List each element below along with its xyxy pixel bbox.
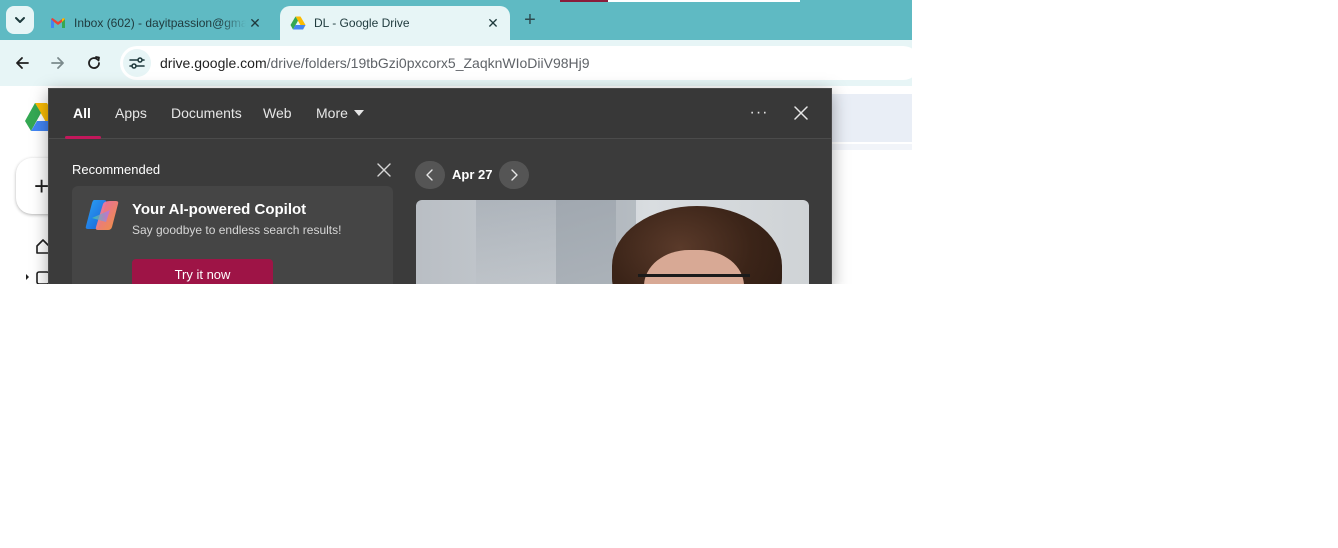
try-it-now-button[interactable]: Try it now bbox=[132, 259, 273, 284]
windows-search-panel: All Apps Documents Web More ··· Recommen… bbox=[48, 88, 832, 284]
tab-more-label: More bbox=[316, 105, 348, 121]
copilot-icon bbox=[85, 200, 119, 230]
previous-date-button[interactable] bbox=[415, 161, 445, 189]
close-icon bbox=[794, 106, 808, 120]
dismiss-recommended-button[interactable] bbox=[375, 161, 393, 179]
tab-web[interactable]: Web bbox=[263, 105, 292, 121]
close-button[interactable] bbox=[789, 101, 813, 125]
my-drive-icon[interactable] bbox=[24, 268, 50, 284]
address-bar[interactable]: drive.google.com/drive/folders/19tbGzi0p… bbox=[120, 46, 912, 80]
promo-title: Your AI-powered Copilot bbox=[132, 201, 307, 218]
drive-search-shadow bbox=[832, 144, 912, 150]
reload-button[interactable] bbox=[80, 49, 108, 77]
arrow-right-icon bbox=[51, 57, 64, 69]
search-highlight-image[interactable] bbox=[416, 200, 809, 284]
gmail-icon bbox=[50, 15, 66, 31]
chevron-right-icon bbox=[511, 169, 518, 181]
tab-more[interactable]: More bbox=[316, 105, 364, 121]
tab-gmail[interactable]: Inbox (602) - dayitpassion@gmail.com ✕ bbox=[40, 6, 272, 40]
caret-down-icon bbox=[353, 110, 364, 116]
image-person-glasses bbox=[638, 274, 750, 284]
close-icon[interactable]: ✕ bbox=[484, 14, 502, 32]
search-filter-tabs: All Apps Documents Web More ··· bbox=[49, 89, 831, 139]
tab-search-button[interactable] bbox=[6, 6, 34, 34]
tab-google-drive[interactable]: DL - Google Drive ✕ bbox=[280, 6, 510, 40]
reload-icon bbox=[88, 56, 100, 69]
drive-search-bar[interactable] bbox=[832, 94, 912, 142]
tune-icon bbox=[129, 57, 145, 69]
date-label: Apr 27 bbox=[452, 167, 493, 182]
tab-strip: Inbox (602) - dayitpassion@gmail.com ✕ D… bbox=[0, 0, 912, 40]
url-host: drive.google.com bbox=[160, 55, 267, 71]
forward-button[interactable] bbox=[44, 49, 72, 77]
tab-all[interactable]: All bbox=[73, 105, 91, 121]
url-path: /drive/folders/19tbGzi0pxcorx5_ZaqknWIoD… bbox=[266, 55, 590, 71]
browser-toolbar: drive.google.com/drive/folders/19tbGzi0p… bbox=[0, 40, 912, 86]
copilot-promo-card[interactable]: Your AI-powered Copilot Say goodbye to e… bbox=[72, 186, 393, 284]
more-options-icon[interactable]: ··· bbox=[749, 99, 769, 127]
google-drive-icon bbox=[290, 15, 306, 31]
tab-title: DL - Google Drive bbox=[314, 16, 410, 30]
promo-subtitle: Say goodbye to endless search results! bbox=[132, 223, 342, 237]
active-tab-indicator bbox=[65, 136, 101, 139]
screen: Inbox (602) - dayitpassion@gmail.com ✕ D… bbox=[0, 0, 912, 284]
close-icon[interactable]: ✕ bbox=[246, 14, 264, 32]
new-tab-button[interactable]: + bbox=[518, 8, 542, 32]
back-button[interactable] bbox=[8, 49, 36, 77]
chevron-left-icon bbox=[426, 169, 433, 181]
url-text: drive.google.com/drive/folders/19tbGzi0p… bbox=[160, 55, 590, 71]
tab-documents[interactable]: Documents bbox=[171, 105, 242, 121]
recommended-heading: Recommended bbox=[72, 162, 161, 177]
tab-title: Inbox (602) - dayitpassion@gmail.com bbox=[74, 16, 246, 30]
chevron-down-icon bbox=[15, 17, 25, 23]
tab-apps[interactable]: Apps bbox=[115, 105, 147, 121]
arrow-left-icon bbox=[16, 57, 29, 69]
taskbar-fragment-accent bbox=[560, 0, 608, 2]
close-icon bbox=[377, 163, 391, 177]
next-date-button[interactable] bbox=[499, 161, 529, 189]
site-info-button[interactable] bbox=[123, 49, 151, 77]
